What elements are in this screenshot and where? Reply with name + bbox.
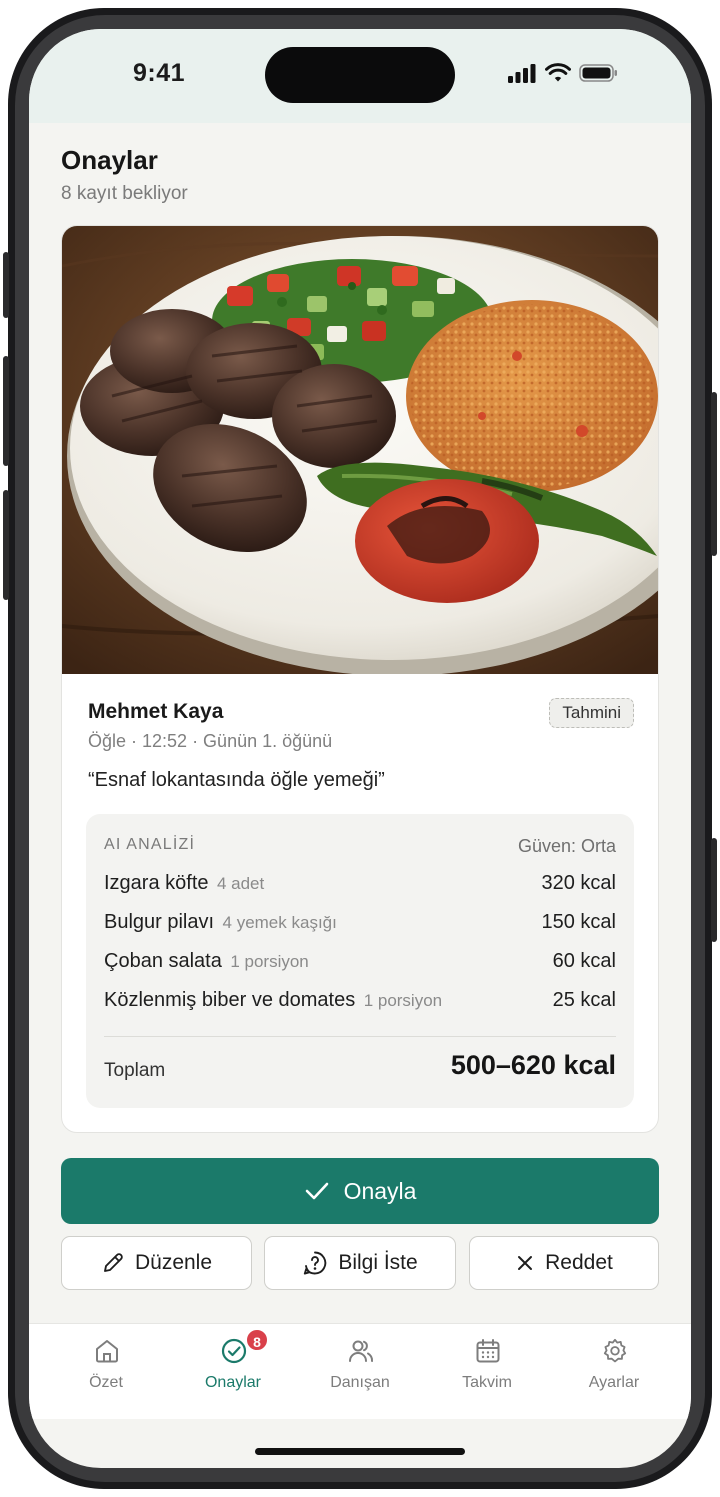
food-item-name: Izgara köfte [104,872,209,894]
wifi-icon [545,63,571,82]
volume-down-button [3,490,9,600]
users-icon [349,1340,373,1362]
tab-settings[interactable]: Ayarlar [554,1324,674,1420]
volume-up-button [3,356,9,466]
ai-analysis-title: AI ANALİZİ [104,836,196,853]
meal-approval-card[interactable]: Mehmet Kaya Öğle · 12:52 · Günün 1. öğün… [61,225,659,1133]
food-item-name: Çoban salata [104,950,222,972]
battery-icon [579,64,617,82]
tab-clients[interactable]: Danışan [300,1324,420,1420]
food-item-kcal: 320 kcal [541,872,617,894]
approve-label: Onayla [343,1177,417,1204]
status-icons [507,63,619,83]
action-button [3,252,9,318]
question-bubble-icon [304,1251,327,1275]
home-icon [96,1340,118,1363]
food-item-kcal: 60 kcal [552,950,616,972]
tab-calendar[interactable]: Takvim [427,1324,547,1420]
pending-count: 8 kayıt bekliyor [61,183,188,204]
request-info-label: Bilgi İste [338,1251,418,1274]
food-item-kcal: 25 kcal [552,989,616,1011]
camera-control-button [711,838,717,942]
divider [104,1036,616,1037]
food-item-qty: 1 porsiyon [363,991,443,1010]
check-icon [305,1182,328,1200]
dynamic-island [265,47,455,103]
home-indicator[interactable] [255,1448,465,1455]
estimate-badge: Tahmini [549,698,634,728]
edit-label: Düzenle [134,1251,213,1274]
reject-button[interactable]: Reddet [469,1236,659,1290]
check-circle-icon [221,1338,247,1364]
request-info-button[interactable]: Bilgi İste [264,1236,456,1290]
total-label: Toplam [104,1060,166,1081]
close-icon [518,1256,533,1270]
total-kcal: 500–620 kcal [450,1050,616,1080]
food-item-name: Bulgur pilavı [104,911,215,933]
food-item-row: Közlenmiş biber ve domates 1 porsiyon 25… [104,989,616,1015]
tab-summary[interactable]: Özet [46,1324,166,1420]
signal-icon [508,64,536,83]
confidence-level: Güven: Orta [517,836,616,856]
tab-label: Onaylar [204,1374,262,1391]
food-item-qty: 4 adet [216,874,265,893]
client-name[interactable]: Mehmet Kaya [88,700,223,724]
page-title: Onaylar [61,145,158,175]
food-item-row: Çoban salata 1 porsiyon 60 kcal [104,950,616,976]
food-item-row: Bulgur pilavı 4 yemek kaşığı 150 kcal [104,911,616,937]
client-note: “Esnaf lokantasında öğle yemeği” [88,769,385,791]
status-bar: 9:41 [29,29,691,123]
tab-label: Ayarlar [588,1374,640,1391]
gear-icon [603,1338,627,1363]
food-item-row: Izgara köfte 4 adet 320 kcal [104,872,616,898]
ai-analysis-panel: AI ANALİZİ Güven: Orta Izgara köfte 4 ad… [86,814,634,1108]
tab-label: Özet [89,1374,123,1391]
reject-label: Reddet [545,1251,613,1274]
food-item-name: Közlenmiş biber ve domates [104,989,356,1011]
approve-button[interactable]: Onayla [61,1158,659,1224]
power-button [711,392,717,556]
status-time: 9:41 [133,59,186,87]
tab-label: Danışan [330,1374,390,1391]
calendar-icon [476,1339,500,1363]
tab-bar: Özet 8 Onaylar Danışan Takvim Ayarlar [29,1323,691,1419]
pencil-icon [104,1253,123,1272]
edit-button[interactable]: Düzenle [61,1236,252,1290]
meal-meta: Öğle · 12:52 · Günün 1. öğünü [88,731,333,751]
tab-approvals[interactable]: 8 Onaylar [173,1324,293,1420]
food-item-qty: 4 yemek kaşığı [222,913,337,932]
approvals-count-badge: 8 [245,1328,269,1352]
food-item-kcal: 150 kcal [541,911,617,933]
food-item-qty: 1 porsiyon [230,952,309,971]
meal-photo[interactable] [62,226,659,674]
tab-label: Takvim [462,1374,512,1391]
screen: 9:41 Onaylar 8 kayıt bekliyor Mehmet Kay… [29,29,691,1468]
